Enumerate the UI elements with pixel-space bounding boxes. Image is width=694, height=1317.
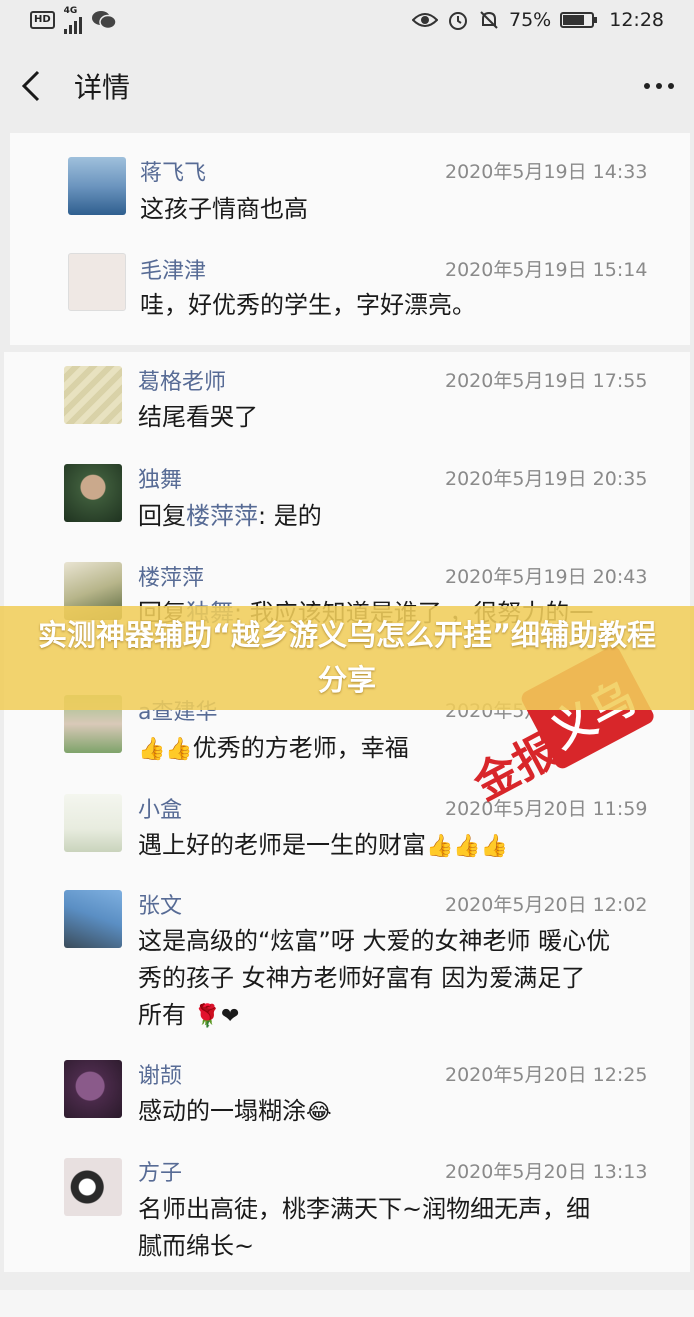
comment-author[interactable]: 独舞 bbox=[138, 462, 182, 494]
tears-of-joy-icon: 😂 bbox=[306, 1100, 332, 1125]
comment-line: 这是高级的“炫富”呀 大爱的女神老师 暖心优 bbox=[138, 927, 611, 955]
comment-body: 感动的一塌糊涂 bbox=[138, 1097, 306, 1125]
avatar[interactable] bbox=[68, 157, 126, 215]
thumbs-up-icon: 👍👍👍 bbox=[426, 834, 509, 859]
avatar[interactable] bbox=[64, 1158, 122, 1216]
battery-icon bbox=[560, 12, 598, 28]
mention-link[interactable]: 楼萍萍 bbox=[186, 502, 258, 530]
mute-icon bbox=[480, 11, 498, 29]
comment-time: 2020年5月19日 14:33 bbox=[445, 161, 648, 183]
comment-text: 哇，好优秀的学生，字好漂亮。 bbox=[140, 291, 476, 319]
avatar[interactable] bbox=[68, 253, 126, 311]
comment-author[interactable]: 楼萍萍 bbox=[138, 560, 204, 592]
overlay-banner: 实测神器辅助“越乡游义乌怎么开挂”细辅助教程分享 bbox=[0, 606, 694, 710]
comment-text: 结尾看哭了 bbox=[138, 403, 258, 431]
network-type: 4G bbox=[63, 5, 78, 16]
banner-title: 实测神器辅助“越乡游义乌怎么开挂”细辅助教程分享 bbox=[37, 618, 657, 697]
comment-panel-main: 葛格老师 2020年5月19日 17:55 结尾看哭了 独舞 2020年5月19… bbox=[4, 352, 690, 1272]
comment-line: 腻而绵长~ bbox=[138, 1232, 255, 1260]
page-title: 详情 bbox=[74, 71, 131, 104]
reply-prefix: 回复 bbox=[138, 502, 186, 530]
clock: 12:28 bbox=[609, 9, 664, 31]
comment-text: 这是高级的“炫富”呀 大爱的女神老师 暖心优 秀的孩子 女神方老师好富有 因为爱… bbox=[138, 923, 678, 1035]
comment-body: 遇上好的老师是一生的财富 bbox=[138, 831, 426, 859]
comment-line: 名师出高徒，桃李满天下~润物细无声，细 bbox=[138, 1195, 591, 1223]
comment-line: 所有 bbox=[138, 1001, 186, 1029]
more-dots-icon[interactable] bbox=[644, 83, 674, 89]
chevron-left-icon[interactable] bbox=[20, 66, 60, 106]
comment-text: 名师出高徒，桃李满天下~润物细无声，细 腻而绵长~ bbox=[138, 1191, 678, 1265]
comment-text: 遇上好的老师是一生的财富👍👍👍 bbox=[138, 827, 508, 865]
rose-heart-icon: 🌹❤ bbox=[193, 1004, 240, 1029]
comment-text: 回复楼萍萍: 是的 bbox=[138, 498, 322, 535]
comment-text: 👍👍优秀的方老师，幸福 bbox=[138, 730, 409, 768]
comment-time: 2020年5月19日 20:43 bbox=[445, 566, 648, 588]
comment-author[interactable]: 方子 bbox=[138, 1155, 182, 1187]
comment-time: 2020年5月19日 15:14 bbox=[445, 259, 648, 281]
comment-time: 2020年5月19日 17:55 bbox=[445, 370, 648, 392]
comment-author[interactable]: 小盒 bbox=[138, 792, 182, 824]
comment-author[interactable]: 张文 bbox=[138, 888, 182, 920]
comment-body: 优秀的方老师，幸福 bbox=[192, 734, 409, 762]
nav-bar: 详情 bbox=[0, 40, 694, 132]
signal-icon bbox=[63, 16, 82, 34]
bottom-strip bbox=[0, 1290, 694, 1317]
comment-line: 秀的孩子 女神方老师好富有 因为爱满足了 bbox=[138, 964, 586, 992]
wechat-icon bbox=[91, 11, 117, 30]
comment-author[interactable]: 葛格老师 bbox=[138, 364, 226, 396]
avatar[interactable] bbox=[64, 366, 122, 424]
comment-time: 2020年5月20日 13:13 bbox=[445, 1161, 648, 1183]
status-bar: HD 4G 75% 12:28 bbox=[0, 0, 694, 40]
eye-icon bbox=[412, 13, 438, 27]
comment-time: 2020年5月19日 20:35 bbox=[445, 468, 648, 490]
avatar[interactable] bbox=[64, 890, 122, 948]
reply-body: : 是的 bbox=[258, 502, 322, 530]
avatar[interactable] bbox=[64, 464, 122, 522]
thumbs-up-icon: 👍👍 bbox=[138, 737, 193, 762]
alarm-icon bbox=[449, 12, 467, 30]
comment-author[interactable]: 蒋飞飞 bbox=[140, 155, 206, 187]
comment-text: 感动的一塌糊涂😂 bbox=[138, 1093, 332, 1131]
avatar[interactable] bbox=[64, 1060, 122, 1118]
avatar[interactable] bbox=[64, 794, 122, 852]
battery-percent: 75% bbox=[509, 9, 552, 31]
comment-author[interactable]: 毛津津 bbox=[140, 253, 206, 285]
comment-text: 这孩子情商也高 bbox=[140, 195, 308, 223]
comment-time: 2020年5月20日 12:02 bbox=[445, 894, 648, 916]
comment-panel-top: 蒋飞飞 2020年5月19日 14:33 这孩子情商也高 毛津津 2020年5月… bbox=[10, 133, 690, 345]
comment-author[interactable]: 谢颉 bbox=[138, 1058, 182, 1090]
comment-time: 2020年5月20日 12:25 bbox=[445, 1064, 648, 1086]
battery-level bbox=[563, 15, 585, 25]
hd-icon: HD bbox=[30, 11, 55, 29]
